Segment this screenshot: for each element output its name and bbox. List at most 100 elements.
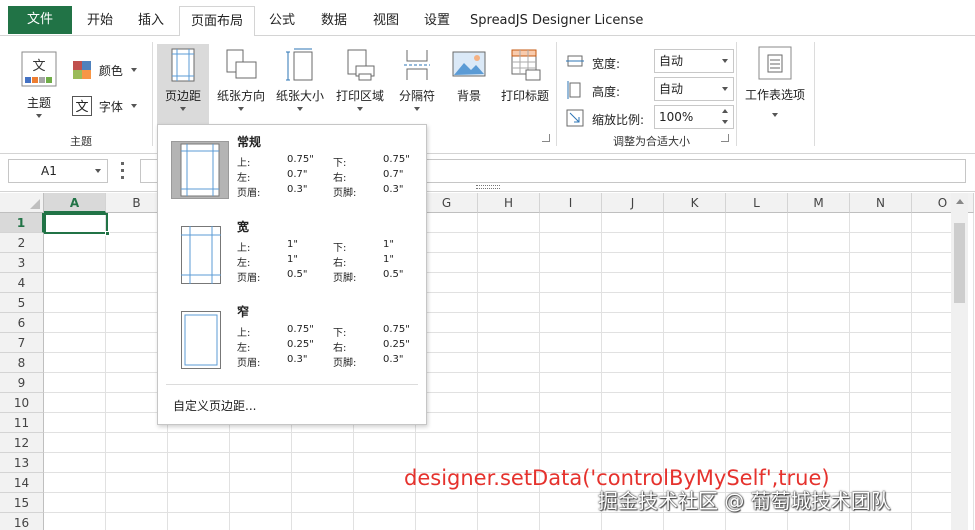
fonts-button[interactable]: 文 字体 [72, 96, 137, 118]
themes-button[interactable]: 文 主题 [16, 50, 62, 118]
more-options-icon[interactable] [121, 162, 124, 179]
width-select[interactable]: 自动 [654, 49, 734, 73]
formula-bar: A1 [0, 154, 975, 192]
orientation-label: 纸张方向 [216, 89, 265, 103]
row-header[interactable]: 2 [0, 233, 44, 253]
page-size-icon [286, 48, 313, 81]
chevron-down-icon [130, 104, 137, 108]
column-header[interactable]: I [540, 193, 602, 213]
width-value: 自动 [659, 54, 684, 68]
value-left: 0.7" [287, 169, 308, 180]
select-all-corner[interactable] [0, 193, 44, 213]
background-image-icon [452, 51, 486, 77]
ribbon-tab-bar: 文件 开始 插入 页面布局 公式 数据 视图 设置 SpreadJS Desig… [0, 0, 975, 37]
row-header[interactable]: 6 [0, 313, 44, 333]
tab-data[interactable]: 数据 [314, 6, 354, 36]
label-bottom: 下: [333, 158, 347, 169]
print-area-button[interactable]: 打印区域 [333, 44, 387, 111]
margin-option-narrow[interactable]: 窄 上: 0.75" 下: 0.75" 左: 0.25" 右: 0.25" 页眉… [158, 297, 426, 381]
breaks-button[interactable]: 分隔符 [393, 44, 441, 111]
resize-handle-icon[interactable] [476, 185, 500, 189]
margins-dropdown: 常规 上: 0.75" 下: 0.75" 左: 0.7" 右: 0.7" 页眉:… [157, 124, 427, 425]
colors-button[interactable]: 颜色 [72, 60, 137, 82]
column-header[interactable]: M [788, 193, 850, 213]
column-header[interactable]: J [602, 193, 664, 213]
margin-option-wide[interactable]: 宽 上: 1" 下: 1" 左: 1" 右: 1" 页眉: 0.5" 页脚: 0… [158, 212, 426, 296]
height-select[interactable]: 自动 [654, 77, 734, 101]
background-button[interactable]: 背景 [447, 44, 491, 104]
label-right: 右: [333, 343, 347, 354]
row-header[interactable]: 13 [0, 453, 44, 473]
select-all-icon [30, 199, 40, 209]
column-header[interactable]: H [478, 193, 540, 213]
row-header[interactable]: 9 [0, 373, 44, 393]
colors-label: 颜色 [98, 63, 123, 78]
tab-home[interactable]: 开始 [80, 6, 120, 36]
margin-narrow-title: 窄 [237, 305, 250, 319]
value-header: 0.3" [287, 184, 308, 195]
row-header[interactable]: 10 [0, 393, 44, 413]
label-bottom: 下: [333, 243, 347, 254]
spinner-up-icon[interactable] [722, 109, 728, 113]
row-header[interactable]: 5 [0, 293, 44, 313]
row-header[interactable]: 7 [0, 333, 44, 353]
margin-option-normal[interactable]: 常规 上: 0.75" 下: 0.75" 左: 0.7" 右: 0.7" 页眉:… [158, 127, 426, 211]
row-header[interactable]: 15 [0, 493, 44, 513]
width-icon [566, 55, 584, 67]
scrollbar-thumb[interactable] [954, 223, 965, 303]
row-header[interactable]: 4 [0, 273, 44, 293]
spinner-down-icon[interactable] [722, 120, 728, 124]
row-header[interactable]: 11 [0, 413, 44, 433]
custom-margins-item[interactable]: 自定义页边距... [173, 397, 256, 414]
print-titles-label: 打印标题 [500, 89, 549, 103]
tab-settings[interactable]: 设置 [417, 6, 457, 36]
tab-page-layout[interactable]: 页面布局 [179, 6, 255, 37]
width-label: 宽度: [592, 57, 621, 71]
fill-handle[interactable] [105, 231, 110, 236]
value-right: 1" [383, 254, 394, 265]
scale-icon [566, 109, 584, 127]
margins-button[interactable]: 页边距 [157, 44, 209, 124]
chevron-down-icon [238, 107, 244, 111]
value-header: 0.3" [287, 354, 308, 365]
value-header: 0.5" [287, 269, 308, 280]
column-header[interactable]: A [44, 193, 106, 213]
column-header[interactable]: L [726, 193, 788, 213]
chevron-down-icon [772, 113, 778, 117]
scale-spinner[interactable]: 100% [654, 105, 734, 129]
tab-license[interactable]: SpreadJS Designer License [470, 6, 643, 36]
vertical-scrollbar[interactable] [951, 193, 968, 530]
page-setup-launcher-icon[interactable] [542, 134, 550, 142]
chevron-down-icon [357, 107, 363, 111]
tab-formulas[interactable]: 公式 [262, 6, 302, 36]
row-header[interactable]: 12 [0, 433, 44, 453]
row-header[interactable]: 1 [0, 213, 44, 233]
orientation-button[interactable]: 纸张方向 [214, 44, 268, 111]
scale-to-fit-launcher-icon[interactable] [721, 134, 729, 142]
label-left: 左: [237, 343, 251, 354]
print-area-icon [347, 49, 375, 81]
tab-insert[interactable]: 插入 [131, 6, 171, 36]
sheet-options-button[interactable]: 工作表选项 [744, 46, 806, 117]
size-button[interactable]: 纸张大小 [273, 44, 327, 111]
active-cell[interactable] [44, 213, 110, 236]
column-header[interactable]: K [664, 193, 726, 213]
row-header[interactable]: 3 [0, 253, 44, 273]
tab-file[interactable]: 文件 [8, 6, 72, 34]
scroll-up-icon[interactable] [956, 199, 964, 204]
value-left: 0.25" [287, 339, 314, 350]
row-header[interactable]: 8 [0, 353, 44, 373]
column-header[interactable]: N [850, 193, 912, 213]
print-titles-button[interactable]: 打印标题 [496, 44, 554, 104]
tab-view[interactable]: 视图 [366, 6, 406, 36]
label-footer: 页脚: [333, 273, 357, 284]
row-header[interactable]: 14 [0, 473, 44, 493]
grid-line [973, 213, 974, 530]
themes-icon: 文 [21, 51, 57, 87]
value-top: 1" [287, 239, 298, 250]
value-left: 1" [287, 254, 298, 265]
name-box[interactable]: A1 [8, 159, 108, 183]
margin-normal-icon [171, 141, 229, 199]
row-header[interactable]: 16 [0, 513, 44, 530]
label-header: 页眉: [237, 358, 261, 369]
